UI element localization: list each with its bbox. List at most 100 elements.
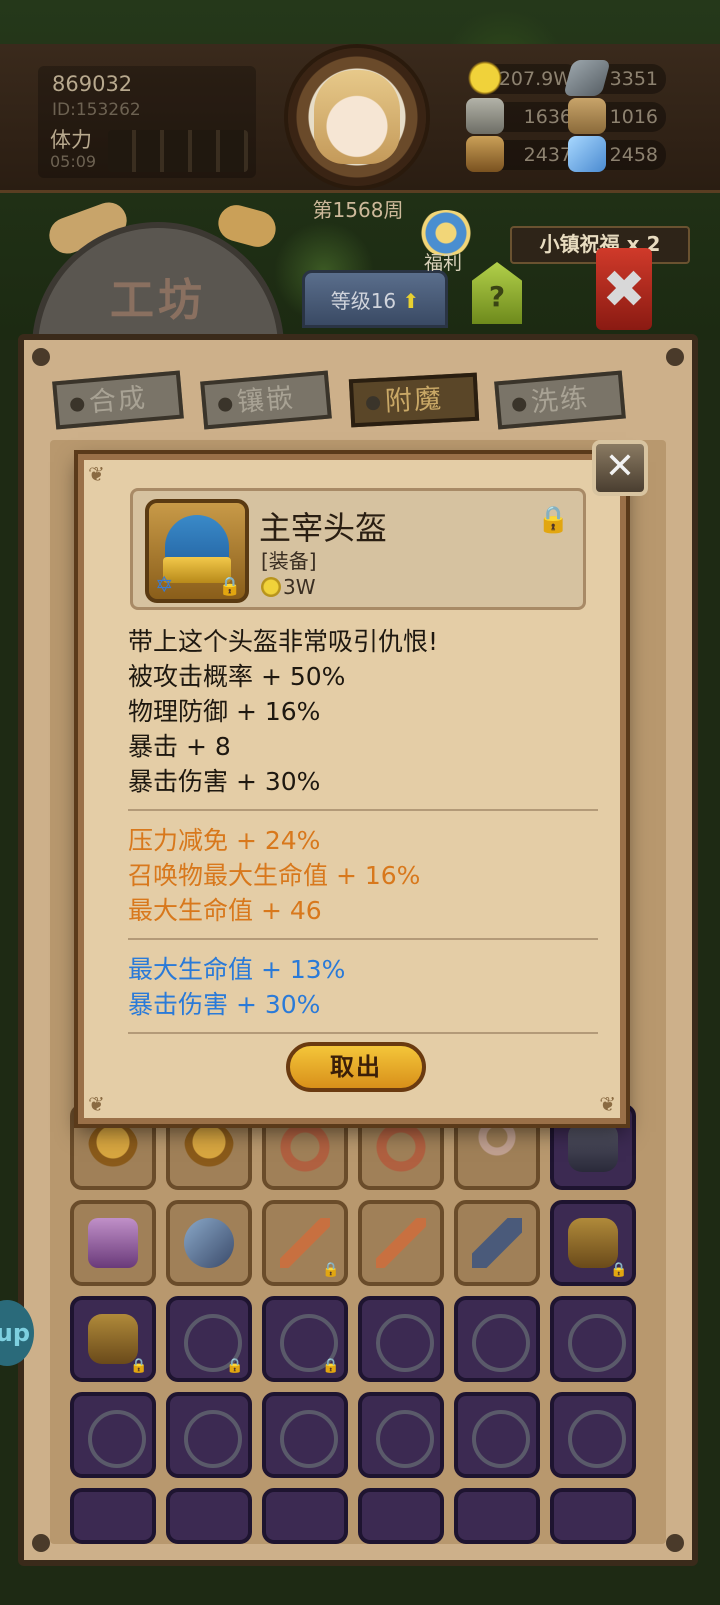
tab-dot-icon [69, 396, 85, 413]
inventory-slot[interactable] [454, 1200, 540, 1286]
tab-label: 镶嵌 [235, 382, 297, 419]
inventory-slot[interactable] [358, 1392, 444, 1478]
resource-crystal[interactable]: 2458 [568, 136, 666, 172]
item-lock-toggle[interactable]: 🔒 [537, 505, 569, 539]
inventory-slot[interactable] [70, 1200, 156, 1286]
star-of-david-icon: ✡ [155, 573, 174, 598]
paper-icon [568, 98, 606, 134]
tab-enchant[interactable]: 附魔 [348, 372, 480, 428]
inventory-slot[interactable] [70, 1392, 156, 1478]
inventory-slot[interactable]: 🔒 [262, 1296, 348, 1382]
item-header-card: ✡ 🔒 主宰头盔 [装备] 3W 🔒 [130, 488, 586, 610]
resource-paper[interactable]: 1016 [568, 98, 666, 134]
bonus-stat: 压力减免 + 24% [128, 826, 321, 855]
item-description-block: 带上这个头盔非常吸引仇恨! 被攻击概率 + 50% 物理防御 + 16% 暴击 … [128, 624, 598, 1046]
level-button[interactable]: 等级16 ⬆ [302, 270, 448, 328]
inventory-slot[interactable] [454, 1296, 540, 1382]
inventory-slot[interactable] [262, 1392, 348, 1478]
inventory-slot[interactable] [166, 1392, 252, 1478]
inventory-slot[interactable]: 🔒 [262, 1200, 348, 1286]
inventory-slot[interactable] [358, 1488, 444, 1544]
player-id: ID:153262 [52, 100, 141, 120]
whip-icon [376, 1410, 434, 1468]
stamina-label: 体力 [50, 128, 92, 152]
whip-icon [280, 1410, 338, 1468]
lock-icon: 🔒 [226, 1358, 244, 1374]
inventory-slot[interactable]: 🔒 [166, 1296, 252, 1382]
inventory-slot[interactable] [70, 1488, 156, 1544]
wood-log-icon [466, 136, 504, 172]
inventory-slot[interactable] [262, 1488, 348, 1544]
modal-close-button[interactable]: ✕ [592, 440, 648, 496]
resource-wood[interactable]: 2437 [466, 136, 580, 172]
inventory-slot[interactable] [166, 1488, 252, 1544]
inventory-slot[interactable] [550, 1488, 636, 1544]
ring-icon [280, 1122, 330, 1172]
claw-icon [184, 1218, 234, 1268]
close-icon: ✖ [602, 260, 646, 320]
close-workshop-button[interactable]: ✖ [596, 248, 652, 330]
inventory-slot[interactable] [454, 1488, 540, 1544]
player-avatar[interactable] [288, 48, 426, 186]
tab-label: 洗练 [529, 382, 591, 419]
sword-icon [376, 1218, 426, 1268]
crossed-swords-close-icon: ✕ [604, 446, 636, 487]
inventory-slot[interactable] [358, 1296, 444, 1382]
resource-gold-value: 207.9W [498, 68, 572, 90]
resource-crystal-value: 2458 [609, 144, 658, 166]
inventory-slot[interactable]: 🔒 [70, 1296, 156, 1382]
bolt-decoration [32, 1534, 50, 1552]
gold-coin-icon [261, 577, 281, 597]
whip-icon [568, 1410, 626, 1468]
whip-icon [568, 1314, 626, 1372]
enchant-stat: 暴击伤害 + 30% [128, 990, 321, 1019]
iron-ingot-icon [563, 60, 611, 96]
base-stat: 被攻击概率 + 50% [128, 662, 346, 691]
sword-icon [280, 1218, 330, 1268]
item-type: [装备] [261, 549, 317, 573]
crystal-icon [568, 136, 606, 172]
divider [128, 938, 598, 940]
avatar-portrait [314, 70, 400, 164]
inventory-slot[interactable] [550, 1296, 636, 1382]
player-info[interactable]: 869032 ID:153262 体力 05:09 [38, 66, 256, 178]
item-flavor-text: 带上这个头盔非常吸引仇恨! [128, 627, 439, 656]
player-score: 869032 [52, 72, 133, 96]
arrow-up-icon: ⬆ [396, 289, 420, 313]
backpack-icon [568, 1218, 618, 1268]
backpack-icon [88, 1314, 138, 1364]
spyglass-icon [472, 1218, 522, 1268]
gauntlet-icon [568, 1122, 618, 1172]
whip-icon [88, 1410, 146, 1468]
hook-icon [472, 1122, 522, 1172]
item-icon-frame: ✡ 🔒 [145, 499, 249, 603]
stamina-timer: 05:09 [50, 152, 97, 171]
divider [128, 1032, 598, 1034]
corner-ornament-icon: ❦ [88, 1092, 105, 1116]
base-stat: 暴击伤害 + 30% [128, 767, 321, 796]
inventory-slot[interactable]: 🔒 [550, 1200, 636, 1286]
tab-dot-icon [511, 396, 527, 413]
item-name: 主宰头盔 [259, 509, 388, 547]
bolt-decoration [666, 348, 684, 366]
dragon-helm-icon [88, 1122, 138, 1172]
dragon-helm-icon [184, 1122, 234, 1172]
ring-icon [376, 1122, 426, 1172]
whip-icon [472, 1410, 530, 1468]
whip-icon [184, 1410, 242, 1468]
resource-stone[interactable]: 1636 [466, 98, 580, 134]
inventory-slot[interactable] [550, 1392, 636, 1478]
inventory-slot[interactable] [166, 1200, 252, 1286]
resource-stone-value: 1636 [523, 106, 572, 128]
whip-icon [472, 1314, 530, 1372]
level-label: 等级16 [330, 289, 397, 313]
bonus-stat: 召唤物最大生命值 + 16% [128, 861, 421, 890]
inventory-slot[interactable] [358, 1200, 444, 1286]
whip-icon [376, 1314, 434, 1372]
resource-iron[interactable]: 3351 [563, 60, 666, 96]
armor-icon [88, 1218, 138, 1268]
inventory-slot[interactable] [454, 1392, 540, 1478]
take-out-button[interactable]: 取出 [286, 1042, 426, 1092]
lock-icon: 🔒 [322, 1262, 340, 1278]
base-stat: 物理防御 + 16% [128, 697, 321, 726]
